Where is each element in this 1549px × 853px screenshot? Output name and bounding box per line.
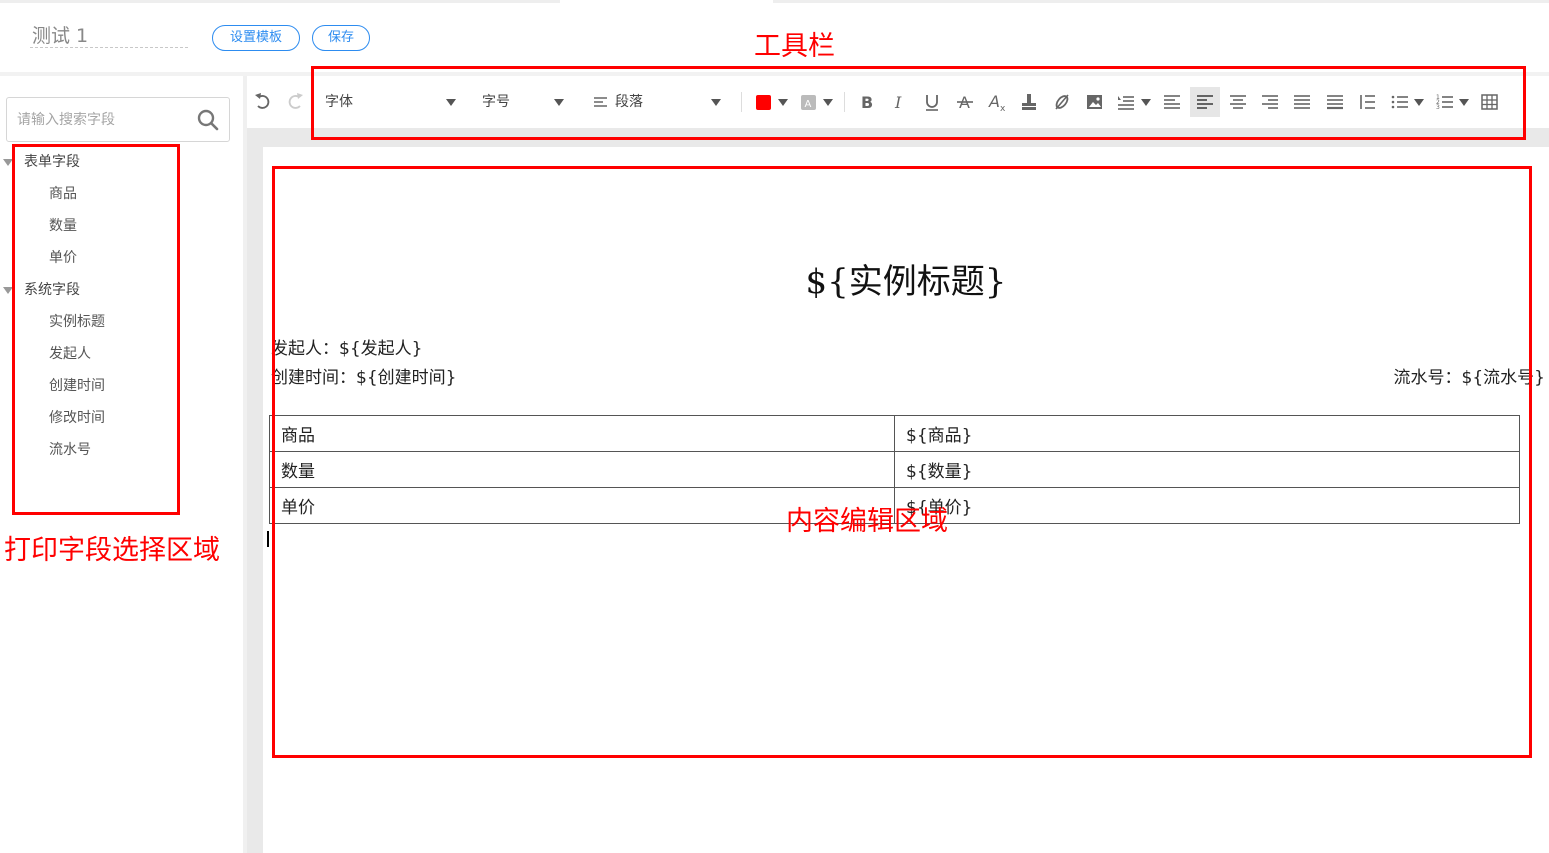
search-input[interactable] xyxy=(17,106,187,134)
search-icon[interactable] xyxy=(197,109,219,131)
redo-icon[interactable] xyxy=(286,92,304,112)
set-template-button[interactable]: 设置模板 xyxy=(212,25,300,51)
text-cursor xyxy=(267,531,269,547)
undo-icon[interactable] xyxy=(254,92,272,112)
field-area-annotation-label: 打印字段选择区域 xyxy=(4,535,220,566)
search-box xyxy=(6,97,230,142)
content-area-annotation-label: 内容编辑区域 xyxy=(786,506,948,537)
header-top-border xyxy=(0,0,560,3)
header-top-border-right xyxy=(773,0,1549,3)
toolbar-annotation-box xyxy=(311,66,1526,140)
content-area-annotation-box xyxy=(272,166,1532,758)
document-title-input[interactable]: 测试 1 xyxy=(30,24,188,48)
field-area-annotation-box xyxy=(12,144,180,515)
save-button[interactable]: 保存 xyxy=(312,25,370,51)
toolbar-annotation-label: 工具栏 xyxy=(754,31,835,62)
